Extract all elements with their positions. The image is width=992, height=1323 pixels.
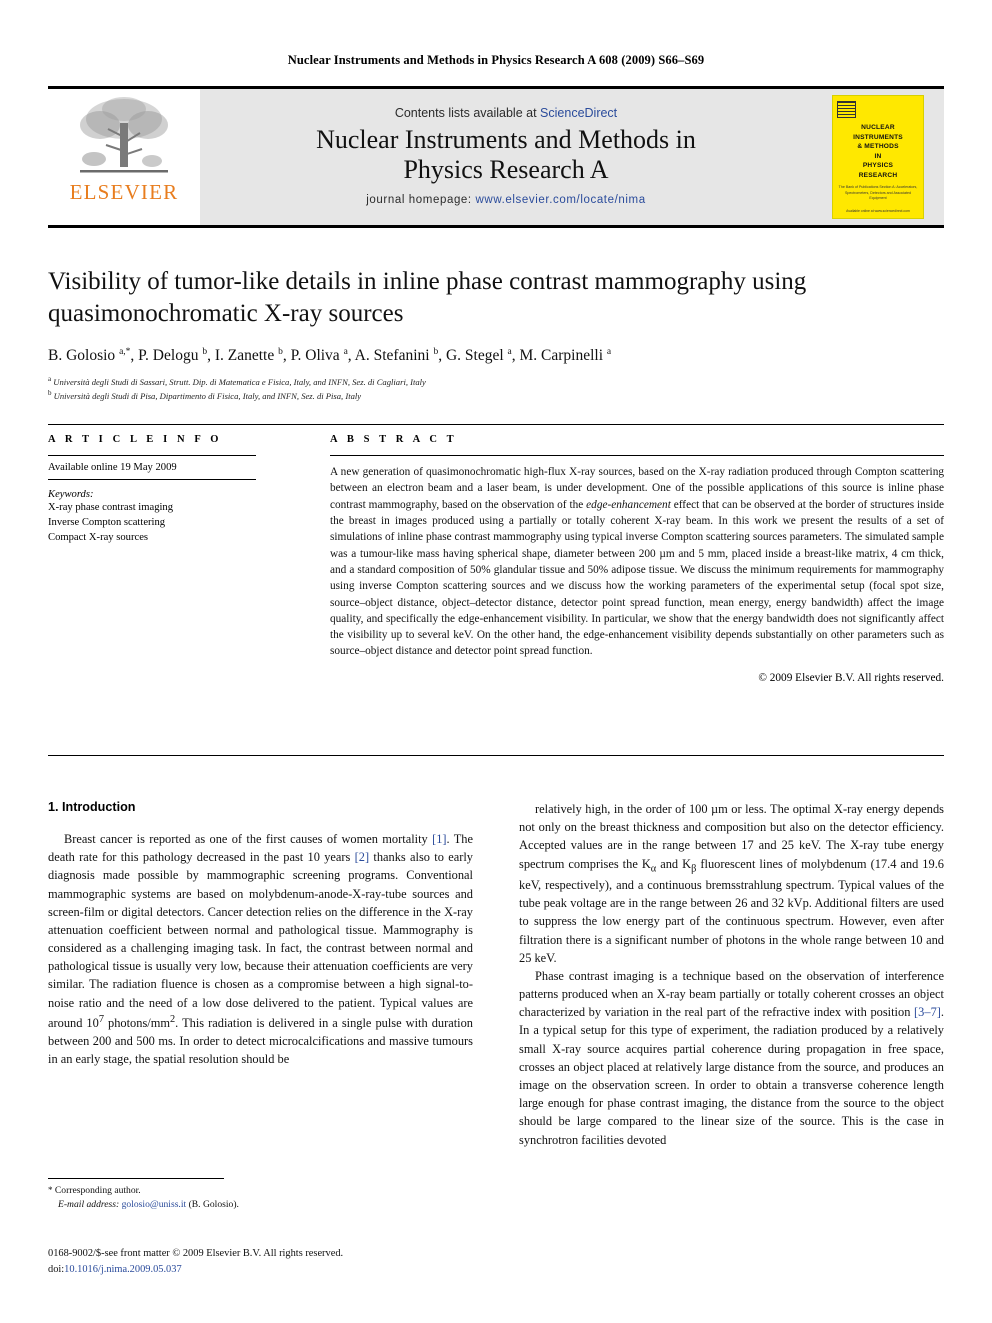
email-label: E-mail address: <box>58 1199 120 1211</box>
cover-title-line1: NUCLEAR <box>861 124 895 131</box>
article-info-divider <box>48 455 256 456</box>
homepage-url-link[interactable]: www.elsevier.com/locate/nima <box>476 194 646 206</box>
journal-title: Nuclear Instruments and Methods in Physi… <box>316 125 696 183</box>
email-owner: (B. Golosio). <box>188 1199 239 1211</box>
body-column-right: relatively high, in the order of 100 µm … <box>519 800 944 1230</box>
cover-title: NUCLEAR INSTRUMENTS & METHODS IN PHYSICS… <box>837 123 919 180</box>
corresponding-author-text: Corresponding author. <box>54 1185 141 1196</box>
cover-title-line2: INSTRUMENTS <box>853 133 903 141</box>
doi-label: doi: <box>48 1263 65 1275</box>
abstract-column: A B S T R A C T A new generation of quas… <box>296 434 944 684</box>
affiliation-a: a Università degli Studi di Sassari, Str… <box>48 374 944 388</box>
cover-title-line4: IN <box>874 152 882 160</box>
masthead-center: Contents lists available at ScienceDirec… <box>200 89 812 225</box>
affiliation-marker-b: b <box>48 389 52 398</box>
keywords-label: Keywords: <box>48 489 94 500</box>
article-info-heading: A R T I C L E I N F O <box>48 434 223 445</box>
homepage-label: journal homepage: <box>366 193 472 206</box>
abstract-heading: A B S T R A C T <box>330 434 458 445</box>
affiliation-b-text: Università degli Studi di Pisa, Dipartim… <box>53 391 362 402</box>
elsevier-logo: ELSEVIER <box>48 89 200 225</box>
cover-title-line5: PHYSICS <box>862 162 894 170</box>
abstract-text: A new generation of quasimonochromatic h… <box>330 466 944 658</box>
affiliation-a-text: Università degli Studi di Sassari, Strut… <box>53 377 426 388</box>
elsevier-wordmark: ELSEVIER <box>69 180 179 204</box>
journal-homepage-line: journal homepage: www.elsevier.com/locat… <box>366 194 645 206</box>
keyword-item: X-ray phase contrast imaging <box>48 502 174 513</box>
article-info-column: A R T I C L E I N F O Available online 1… <box>48 434 296 684</box>
asterisk-icon: * <box>48 1185 53 1195</box>
affiliation-b: b Università degli Studi di Pisa, Dipart… <box>48 388 944 402</box>
journal-cover-thumbnail: NUCLEAR INSTRUMENTS & METHODS IN PHYSICS… <box>832 95 924 219</box>
email-note: E-mail address: golosio@uniss.it (B. Gol… <box>48 1198 473 1212</box>
contents-line: Contents lists available at ScienceDirec… <box>395 106 617 120</box>
intro-paragraph-left: Breast cancer is reported as one of the … <box>48 832 473 1067</box>
cover-subtitle: The Bank of Publications Section A: Acce… <box>838 185 918 201</box>
imprint-block: 0168-9002/$-see front matter © 2009 Else… <box>48 1246 518 1277</box>
info-top-divider <box>48 424 944 425</box>
email-link[interactable]: golosio@uniss.it <box>122 1199 187 1210</box>
journal-title-line1: Nuclear Instruments and Methods in <box>316 125 696 155</box>
front-matter-line: 0168-9002/$-see front matter © 2009 Else… <box>48 1248 344 1259</box>
affiliation-list: a Università degli Studi di Sassari, Str… <box>48 374 944 403</box>
body-columns: 1. Introduction Breast cancer is reporte… <box>48 800 944 1230</box>
article-history: Available online 19 May 2009 <box>48 462 256 480</box>
article-page: Nuclear Instruments and Methods in Physi… <box>0 0 992 1323</box>
contents-prefix: Contents lists available at <box>394 106 537 121</box>
intro-paragraph-right-1: relatively high, in the order of 100 µm … <box>519 802 944 965</box>
footnote-block: * Corresponding author. E-mail address: … <box>48 1184 473 1213</box>
cover-badge-icon <box>837 101 856 118</box>
intro-paragraph-right-2: Phase contrast imaging is a technique ba… <box>519 968 944 1147</box>
section-title-introduction: 1. Introduction <box>48 800 136 814</box>
journal-title-line2: Physics Research A <box>403 154 609 184</box>
cover-footer: Available online at www.sciencedirect.co… <box>846 209 910 213</box>
doi-line: doi:10.1016/j.nima.2009.05.037 <box>48 1262 518 1278</box>
info-abstract-area: A R T I C L E I N F O Available online 1… <box>48 434 944 684</box>
author-list: B. Golosio a,*, P. Delogu b, I. Zanette … <box>48 347 612 365</box>
affiliation-marker-a: a <box>48 375 52 384</box>
abstract-divider <box>330 455 944 456</box>
body-column-left: 1. Introduction Breast cancer is reporte… <box>48 800 473 1230</box>
keyword-item: Compact X-ray sources <box>48 532 149 544</box>
sciencedirect-link[interactable]: ScienceDirect <box>540 106 617 120</box>
running-head: Nuclear Instruments and Methods in Physi… <box>287 53 705 67</box>
doi-link[interactable]: 10.1016/j.nima.2009.05.037 <box>64 1264 181 1275</box>
title-block: Visibility of tumor-like details in inli… <box>48 266 944 403</box>
cover-title-line6: RESEARCH <box>858 171 898 179</box>
keyword-item: Inverse Compton scattering <box>48 517 166 529</box>
footnote-divider <box>48 1178 224 1179</box>
journal-cover-cell: NUCLEAR INSTRUMENTS & METHODS IN PHYSICS… <box>812 89 944 225</box>
info-bottom-divider <box>48 755 944 756</box>
abstract-copyright: © 2009 Elsevier B.V. All rights reserved… <box>758 671 944 684</box>
elsevier-tree-icon <box>68 93 180 181</box>
corresponding-author-note: * Corresponding author. <box>48 1184 473 1198</box>
article-title: Visibility of tumor-like details in inli… <box>48 268 807 327</box>
cover-title-line3: & METHODS <box>857 143 899 151</box>
journal-masthead: ELSEVIER Contents lists available at Sci… <box>48 86 944 228</box>
